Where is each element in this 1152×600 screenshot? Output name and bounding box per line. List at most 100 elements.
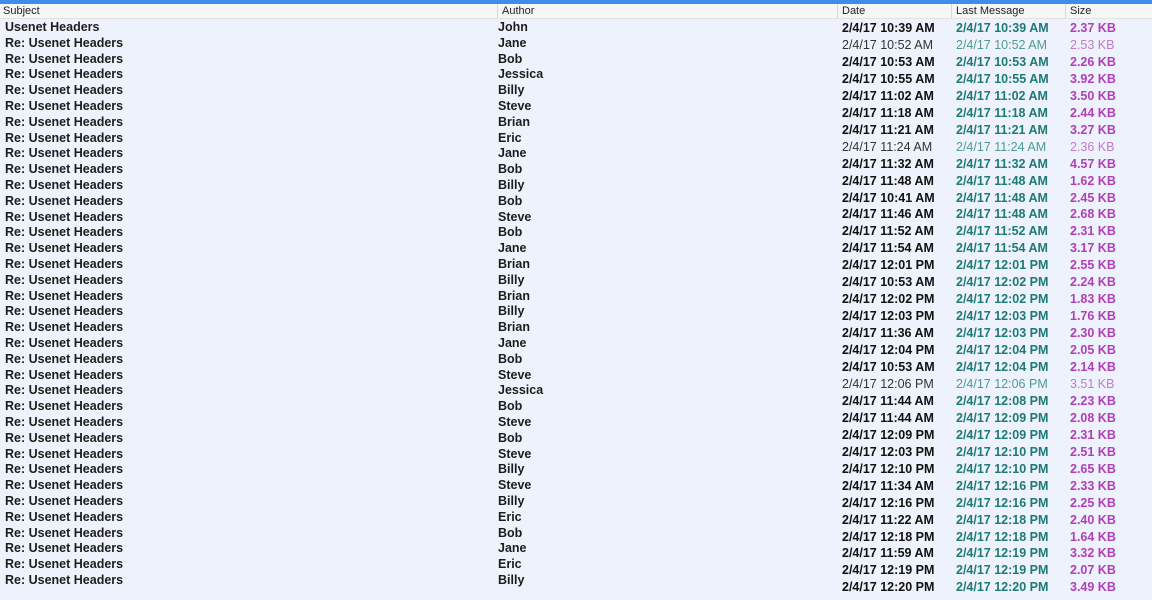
message-size[interactable]: 3.92 KB [1070, 72, 1116, 86]
message-size[interactable]: 1.83 KB [1070, 292, 1116, 306]
message-subject[interactable]: Re: Usenet Headers [5, 36, 123, 50]
message-last-date[interactable]: 2/4/17 12:06 PM [956, 377, 1048, 391]
message-author[interactable]: Eric [498, 131, 522, 145]
message-author[interactable]: Billy [498, 178, 524, 192]
message-size[interactable]: 2.24 KB [1070, 275, 1116, 289]
message-size[interactable]: 3.27 KB [1070, 123, 1116, 137]
message-date[interactable]: 2/4/17 11:02 AM [842, 89, 934, 103]
message-date[interactable]: 2/4/17 11:32 AM [842, 157, 934, 171]
message-date[interactable]: 2/4/17 11:59 AM [842, 546, 934, 560]
message-author[interactable]: Jane [498, 146, 527, 160]
message-size[interactable]: 2.26 KB [1070, 55, 1116, 69]
message-date[interactable]: 2/4/17 12:06 PM [842, 377, 934, 391]
message-last-date[interactable]: 2/4/17 11:48 AM [956, 207, 1048, 221]
message-subject[interactable]: Re: Usenet Headers [5, 494, 123, 508]
message-last-date[interactable]: 2/4/17 12:16 PM [956, 496, 1048, 510]
message-size[interactable]: 1.64 KB [1070, 530, 1116, 544]
message-last-date[interactable]: 2/4/17 11:21 AM [956, 123, 1048, 137]
message-author[interactable]: Bob [498, 225, 522, 239]
message-date[interactable]: 2/4/17 11:54 AM [842, 241, 934, 255]
column-header-subject[interactable]: Subject [0, 4, 497, 18]
message-subject[interactable]: Re: Usenet Headers [5, 67, 123, 81]
message-date[interactable]: 2/4/17 10:55 AM [842, 72, 935, 86]
message-author[interactable]: Bob [498, 526, 522, 540]
message-subject[interactable]: Re: Usenet Headers [5, 115, 123, 129]
message-author[interactable]: Billy [498, 83, 524, 97]
message-author[interactable]: Brian [498, 320, 530, 334]
message-author[interactable]: Bob [498, 162, 522, 176]
message-last-date[interactable]: 2/4/17 12:10 PM [956, 445, 1048, 459]
message-size[interactable]: 2.40 KB [1070, 513, 1116, 527]
message-last-date[interactable]: 2/4/17 10:52 AM [956, 38, 1047, 52]
message-size[interactable]: 2.07 KB [1070, 563, 1116, 577]
message-author[interactable]: Steve [498, 210, 531, 224]
message-subject[interactable]: Re: Usenet Headers [5, 431, 123, 445]
message-size[interactable]: 2.53 KB [1070, 38, 1114, 52]
message-size[interactable]: 4.57 KB [1070, 157, 1116, 171]
message-date[interactable]: 2/4/17 12:20 PM [842, 580, 934, 594]
message-subject[interactable]: Re: Usenet Headers [5, 383, 123, 397]
message-subject[interactable]: Usenet Headers [5, 20, 100, 34]
message-author[interactable]: Billy [498, 304, 524, 318]
message-date[interactable]: 2/4/17 10:39 AM [842, 21, 935, 35]
message-subject[interactable]: Re: Usenet Headers [5, 178, 123, 192]
message-last-date[interactable]: 2/4/17 12:18 PM [956, 513, 1048, 527]
message-author[interactable]: Billy [498, 573, 524, 587]
message-subject[interactable]: Re: Usenet Headers [5, 510, 123, 524]
message-author[interactable]: Jane [498, 541, 527, 555]
message-subject[interactable]: Re: Usenet Headers [5, 273, 123, 287]
message-subject[interactable]: Re: Usenet Headers [5, 368, 123, 382]
message-subject[interactable]: Re: Usenet Headers [5, 257, 123, 271]
message-author[interactable]: Steve [498, 478, 531, 492]
message-subject[interactable]: Re: Usenet Headers [5, 352, 123, 366]
message-author[interactable]: Jane [498, 241, 527, 255]
message-author[interactable]: Eric [498, 510, 522, 524]
message-size[interactable]: 2.25 KB [1070, 496, 1116, 510]
column-header-last-message[interactable]: Last Message [951, 4, 1065, 18]
message-last-date[interactable]: 2/4/17 12:19 PM [956, 546, 1048, 560]
message-date[interactable]: 2/4/17 11:48 AM [842, 174, 934, 188]
message-last-date[interactable]: 2/4/17 12:04 PM [956, 360, 1048, 374]
message-size[interactable]: 2.68 KB [1070, 207, 1116, 221]
message-last-date[interactable]: 2/4/17 12:04 PM [956, 343, 1048, 357]
message-date[interactable]: 2/4/17 11:44 AM [842, 411, 934, 425]
message-size[interactable]: 2.31 KB [1070, 224, 1116, 238]
message-subject[interactable]: Re: Usenet Headers [5, 52, 123, 66]
message-last-date[interactable]: 2/4/17 12:16 PM [956, 479, 1048, 493]
message-author[interactable]: Jessica [498, 383, 543, 397]
message-size[interactable]: 2.14 KB [1070, 360, 1116, 374]
message-date[interactable]: 2/4/17 11:52 AM [842, 224, 934, 238]
message-date[interactable]: 2/4/17 10:53 AM [842, 275, 935, 289]
message-author[interactable]: Brian [498, 257, 530, 271]
message-size[interactable]: 3.50 KB [1070, 89, 1116, 103]
message-size[interactable]: 1.76 KB [1070, 309, 1116, 323]
message-size[interactable]: 2.33 KB [1070, 479, 1116, 493]
message-author[interactable]: John [498, 20, 528, 34]
message-subject[interactable]: Re: Usenet Headers [5, 557, 123, 571]
message-subject[interactable]: Re: Usenet Headers [5, 83, 123, 97]
message-size[interactable]: 3.17 KB [1070, 241, 1116, 255]
message-subject[interactable]: Re: Usenet Headers [5, 573, 123, 587]
message-size[interactable]: 3.51 KB [1070, 377, 1114, 391]
message-date[interactable]: 2/4/17 11:36 AM [842, 326, 934, 340]
message-date[interactable]: 2/4/17 12:18 PM [842, 530, 934, 544]
message-date[interactable]: 2/4/17 10:53 AM [842, 360, 935, 374]
message-last-date[interactable]: 2/4/17 11:02 AM [956, 89, 1048, 103]
message-subject[interactable]: Re: Usenet Headers [5, 194, 123, 208]
message-date[interactable]: 2/4/17 12:19 PM [842, 563, 934, 577]
message-subject[interactable]: Re: Usenet Headers [5, 304, 123, 318]
column-header-author[interactable]: Author [497, 4, 837, 18]
message-size[interactable]: 2.30 KB [1070, 326, 1116, 340]
message-date[interactable]: 2/4/17 10:41 AM [842, 191, 935, 205]
message-last-date[interactable]: 2/4/17 12:09 PM [956, 428, 1048, 442]
message-subject[interactable]: Re: Usenet Headers [5, 131, 123, 145]
message-date[interactable]: 2/4/17 12:02 PM [842, 292, 934, 306]
message-author[interactable]: Jane [498, 36, 527, 50]
message-last-date[interactable]: 2/4/17 11:48 AM [956, 191, 1048, 205]
message-last-date[interactable]: 2/4/17 12:09 PM [956, 411, 1048, 425]
message-date[interactable]: 2/4/17 12:01 PM [842, 258, 934, 272]
message-author[interactable]: Bob [498, 52, 522, 66]
message-date[interactable]: 2/4/17 12:09 PM [842, 428, 934, 442]
message-author[interactable]: Bob [498, 352, 522, 366]
message-last-date[interactable]: 2/4/17 12:01 PM [956, 258, 1048, 272]
